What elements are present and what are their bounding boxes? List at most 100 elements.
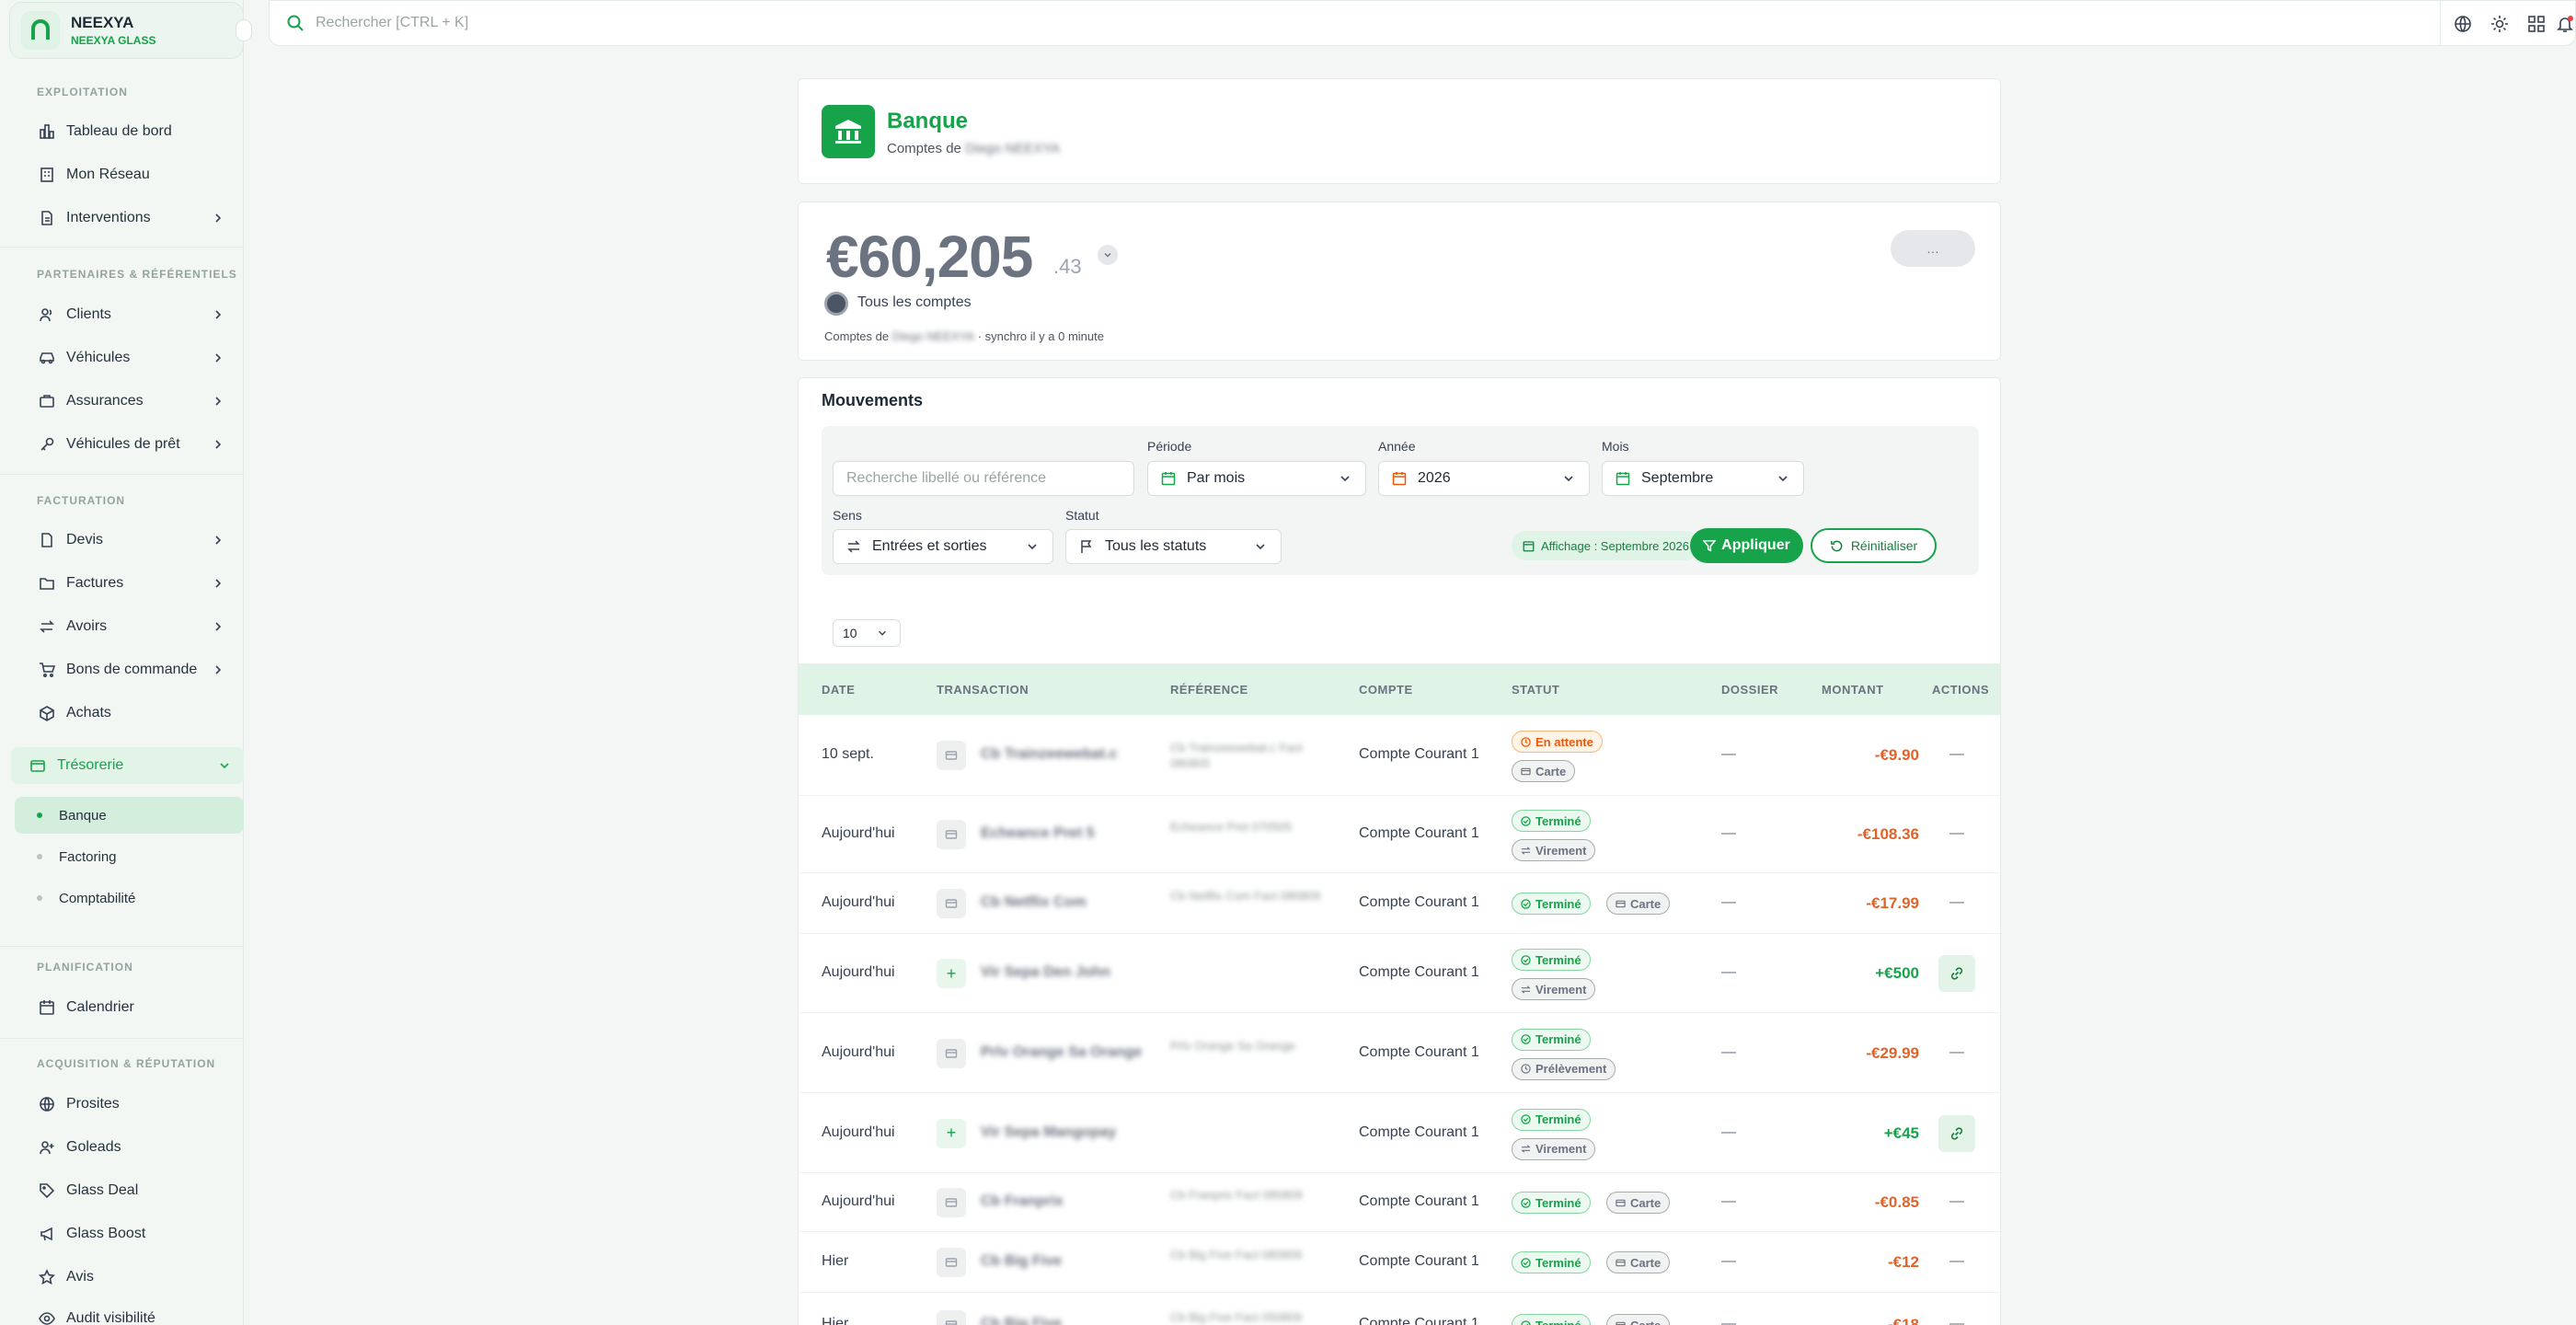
- row-reference: Cb Big Five Fact 080809: [1170, 1248, 1303, 1262]
- notification-bell-icon[interactable]: [2555, 10, 2575, 38]
- sidebar-item-factures[interactable]: Factures: [37, 570, 225, 597]
- row-amount: +€500: [1875, 964, 1919, 982]
- page-size-select[interactable]: 10: [833, 619, 901, 647]
- reset-filters-button[interactable]: Réinitialiser: [1811, 528, 1937, 563]
- link-dossier-button[interactable]: [1938, 1114, 1975, 1152]
- theme-sun-icon[interactable]: [2481, 10, 2518, 38]
- sidebar-item-mon-reseau[interactable]: Mon Réseau: [37, 161, 225, 189]
- table-row[interactable]: Aujourd'hui Cb Netflix Com Cb Netflix Co…: [799, 873, 2000, 934]
- column-header-montant[interactable]: MONTANT: [1822, 683, 1884, 697]
- table-row[interactable]: Hier Cb Big Five Cb Big Five Fact 050809…: [799, 1293, 2000, 1325]
- column-header-dossier[interactable]: DOSSIER: [1721, 683, 1778, 697]
- row-dossier: —: [1721, 894, 1736, 910]
- brand-card[interactable]: NEEXYA NEEXYA GLASS: [9, 2, 244, 59]
- sidebar-item-calendrier[interactable]: Calendrier: [37, 994, 225, 1021]
- car-icon: [37, 348, 57, 368]
- sidebar-subitem-factoring[interactable]: Factoring: [37, 843, 221, 870]
- package-icon: [37, 703, 57, 723]
- globe-icon: [37, 1094, 57, 1114]
- folder-icon: [37, 573, 57, 593]
- apply-filters-button[interactable]: Appliquer: [1690, 528, 1803, 563]
- mois-select[interactable]: Septembre: [1602, 461, 1804, 496]
- sidebar-item-tableau-de-bord[interactable]: Tableau de bord: [37, 118, 225, 145]
- search-placeholder: Recherche libellé ou référence: [846, 470, 1047, 486]
- sidebar-item-assurances[interactable]: Assurances: [37, 387, 225, 415]
- sidebar-item-audit-visibilite[interactable]: Audit visibilité: [37, 1305, 225, 1325]
- sidebar-item-label: Goleads: [66, 1139, 121, 1155]
- row-amount: +€45: [1883, 1123, 1919, 1142]
- language-globe-icon[interactable]: [2444, 10, 2481, 38]
- global-search-input[interactable]: [316, 15, 868, 31]
- row-transaction: Echeance Pret 5: [981, 825, 1095, 841]
- sidebar-subitem-comptabilite[interactable]: Comptabilité: [37, 884, 221, 912]
- row-account: Compte Courant 1: [1359, 894, 1479, 910]
- payment-type-label: Carte: [1630, 1255, 1662, 1270]
- sidebar-item-avoirs[interactable]: Avoirs: [37, 613, 225, 640]
- table-row[interactable]: Aujourd'hui Cb Franprix Cb Franprix Fact…: [799, 1173, 2000, 1232]
- movement-search-input[interactable]: Recherche libellé ou référence: [833, 461, 1134, 496]
- sidebar-item-vehicules[interactable]: Véhicules: [37, 344, 225, 372]
- sidebar: NEEXYA NEEXYA GLASS EXPLOITATION Tableau…: [0, 0, 252, 1325]
- status-badge: En attente: [1512, 731, 1603, 753]
- row-action: —: [1949, 1043, 1964, 1060]
- sidebar-item-interventions[interactable]: Interventions: [37, 204, 225, 232]
- sidebar-item-label: Comptabilité: [59, 890, 136, 906]
- page-size-value: 10: [843, 626, 857, 640]
- sidebar-item-glass-boost[interactable]: Glass Boost: [37, 1220, 225, 1248]
- table-row[interactable]: Aujourd'hui Echeance Pret 5 Echeance Pre…: [799, 796, 2000, 873]
- sidebar-item-label: Assurances: [66, 393, 144, 409]
- link-dossier-button[interactable]: [1938, 955, 1975, 992]
- statut-select[interactable]: Tous les statuts: [1065, 529, 1282, 564]
- column-header-compte[interactable]: COMPTE: [1359, 683, 1413, 697]
- sens-select[interactable]: Entrées et sorties: [833, 529, 1053, 564]
- sidebar-item-clients[interactable]: Clients: [37, 301, 225, 328]
- link-icon: [1950, 1126, 1963, 1140]
- row-reference: Echeance Pret 070505: [1170, 820, 1293, 834]
- chevron-down-icon[interactable]: [1098, 245, 1118, 265]
- divider: [0, 474, 244, 475]
- status-badge: Terminé: [1512, 949, 1591, 971]
- movements-card: Mouvements Recherche libellé ou référenc…: [798, 377, 2001, 1325]
- row-account: Compte Courant 1: [1359, 825, 1479, 841]
- sidebar-collapse-button[interactable]: [236, 19, 252, 41]
- status-label: Terminé: [1535, 896, 1581, 911]
- table-row[interactable]: Aujourd'hui Prlv Orange Sa Orange Prlv O…: [799, 1013, 2000, 1093]
- sidebar-item-goleads[interactable]: Goleads: [37, 1134, 225, 1161]
- sidebar-item-label: Véhicules de prêt: [66, 436, 180, 452]
- sync-status: Comptes de Diego NEEXYA · synchro il y a…: [824, 329, 1104, 343]
- status-label: Terminé: [1535, 1032, 1581, 1046]
- sidebar-item-bons-de-commande[interactable]: Bons de commande: [37, 656, 225, 684]
- column-header-statut[interactable]: STATUT: [1512, 683, 1559, 697]
- periode-select[interactable]: Par mois: [1147, 461, 1366, 496]
- sidebar-item-prosites[interactable]: Prosites: [37, 1090, 225, 1118]
- annee-select[interactable]: 2026: [1378, 461, 1590, 496]
- table-row[interactable]: 10 sept. Cb Trainzeewebat.c Cb Trainzeew…: [799, 715, 2000, 796]
- sidebar-item-glass-deal[interactable]: Glass Deal: [37, 1177, 225, 1204]
- table-row[interactable]: Hier Cb Big Five Cb Big Five Fact 080809…: [799, 1232, 2000, 1293]
- status-label: Terminé: [1535, 813, 1581, 828]
- card-icon: [937, 1248, 966, 1277]
- sidebar-item-avis[interactable]: Avis: [37, 1263, 225, 1291]
- table-row[interactable]: Aujourd'hui + Vir Sepa Den John Compte C…: [799, 934, 2000, 1013]
- bullet-icon: [37, 854, 42, 859]
- column-header-date[interactable]: DATE: [822, 683, 855, 697]
- balance-card: €60,205 .43 Tous les comptes Comptes de …: [798, 202, 2001, 361]
- row-date: 10 sept.: [822, 746, 874, 762]
- sidebar-item-achats[interactable]: Achats: [37, 699, 225, 727]
- sidebar-subitem-banque[interactable]: Banque: [37, 801, 221, 829]
- table-row[interactable]: Aujourd'hui + Vir Sepa Mangopay Compte C…: [799, 1093, 2000, 1173]
- sidebar-item-tresorerie[interactable]: Trésorerie: [28, 752, 232, 779]
- status-badge: Terminé: [1512, 1314, 1591, 1325]
- row-action: —: [1949, 894, 1964, 910]
- column-header-reference[interactable]: RÉFÉRENCE: [1170, 683, 1248, 697]
- status-label: Terminé: [1535, 1318, 1581, 1325]
- sidebar-item-vehicules-de-pret[interactable]: Véhicules de prêt: [37, 431, 225, 458]
- calendar-icon: [1523, 540, 1535, 551]
- status-badge: Terminé: [1512, 893, 1591, 915]
- apps-grid-icon[interactable]: [2518, 10, 2555, 38]
- sidebar-item-devis[interactable]: Devis: [37, 526, 225, 554]
- account-filter-label[interactable]: Tous les comptes: [857, 294, 972, 311]
- sidebar-item-label: Avoirs: [66, 618, 108, 634]
- column-header-transaction[interactable]: TRANSACTION: [937, 683, 1029, 697]
- more-options-button[interactable]: …: [1891, 230, 1975, 267]
